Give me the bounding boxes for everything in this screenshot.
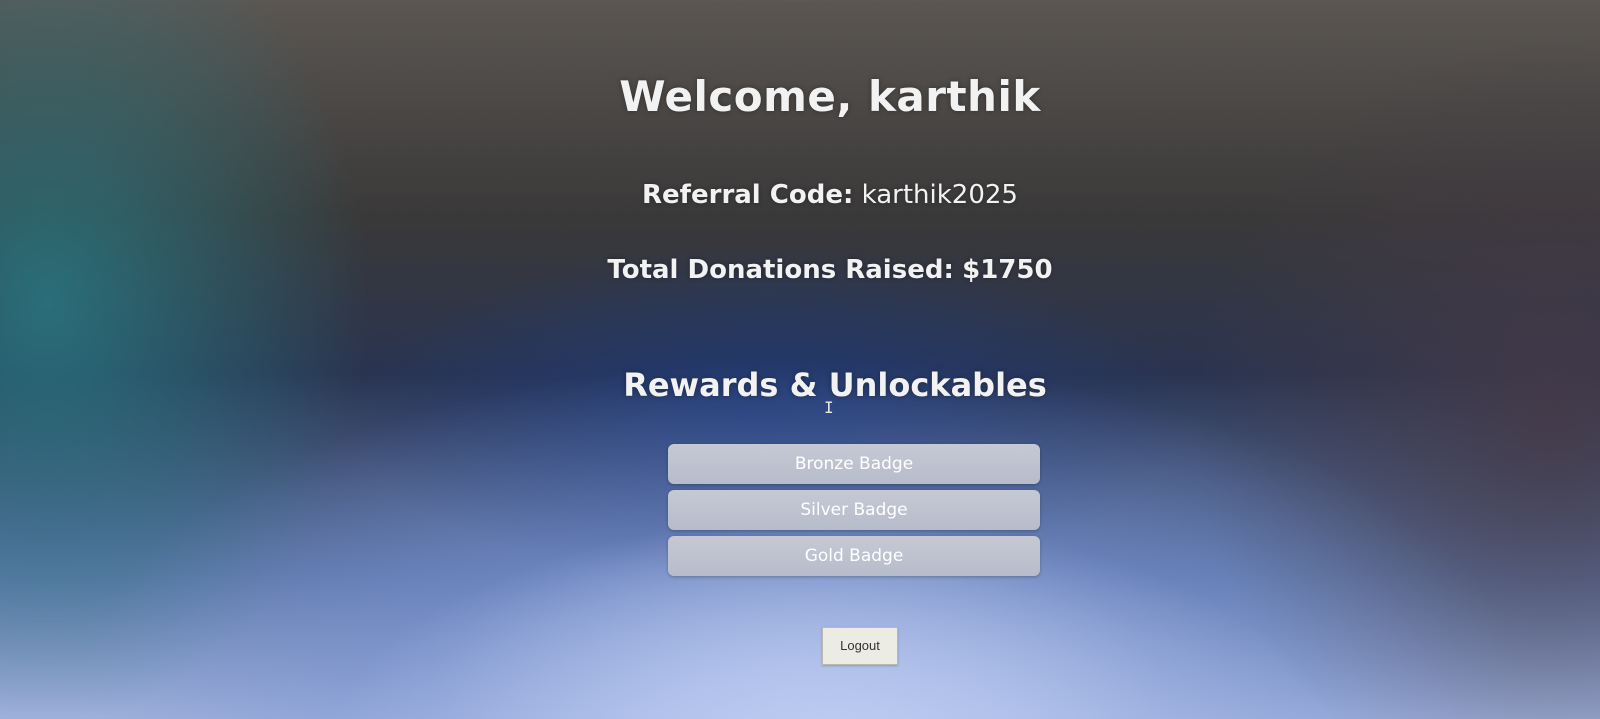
silver-badge-button[interactable]: Silver Badge [668,490,1040,530]
total-donations-label: Total Donations Raised: [607,255,954,285]
referral-code-row: Referral Code: karthik2025 [0,180,1600,210]
bronze-badge-button[interactable]: Bronze Badge [668,444,1040,484]
rewards-heading: Rewards & Unlockables [623,366,1047,404]
text-cursor-icon: I [824,398,834,417]
gold-badge-button[interactable]: Gold Badge [668,536,1040,576]
dashboard-screen: Welcome, karthik Referral Code: karthik2… [0,0,1600,719]
total-donations-value: $1750 [962,255,1053,285]
referral-code-label: Referral Code: [642,180,854,210]
referral-code-value: karthik2025 [861,180,1018,210]
rewards-list: Bronze Badge Silver Badge Gold Badge [668,444,1040,582]
logout-button[interactable]: Logout [822,627,898,665]
welcome-heading: Welcome, karthik [619,72,1041,121]
total-donations-row: Total Donations Raised: $1750 [0,255,1600,285]
